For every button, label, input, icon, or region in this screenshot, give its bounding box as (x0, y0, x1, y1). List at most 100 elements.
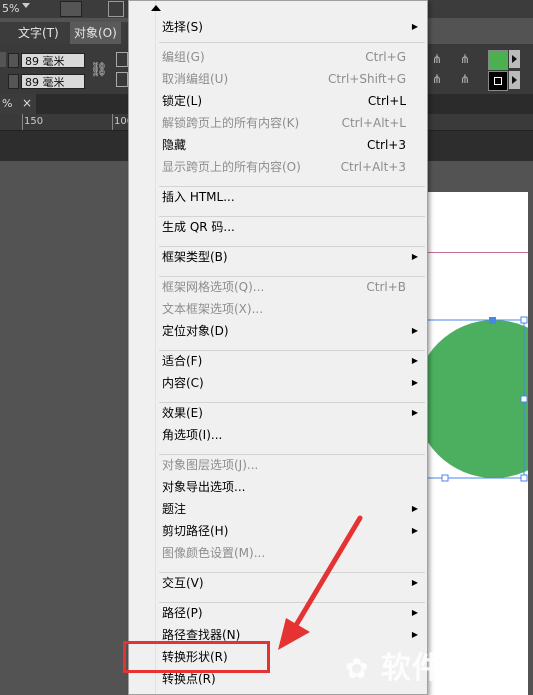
menu-item-label: 编组(G) (162, 50, 205, 64)
menu-item-label: 框架类型(B) (162, 250, 228, 264)
submenu-arrow-icon: ▶ (411, 22, 418, 31)
watermark-logo-icon: ✿ (345, 652, 370, 685)
menu-item-label: 题注 (162, 502, 187, 516)
fill-menu-arrow[interactable] (509, 50, 520, 68)
menu-item-shortcut: Ctrl+B (366, 280, 406, 294)
constrain-proportions-icon[interactable]: ⛓ (90, 62, 108, 78)
chevron-right-icon (512, 76, 517, 84)
menu-item[interactable]: 框架网格选项(Q)... Ctrl+B (162, 276, 424, 298)
menu-item[interactable]: 取消编组(U) Ctrl+Shift+G (162, 68, 424, 90)
menu-item[interactable]: 锁定(L) Ctrl+L (162, 90, 424, 112)
menu-item[interactable]: 适合(F) ▶ (162, 350, 424, 372)
distribute-icon[interactable]: ⋔ (460, 52, 470, 66)
menu-item-label: 定位对象(D) (162, 324, 229, 338)
menu-item-label: 生成 QR 码... (162, 220, 235, 234)
chevron-down-icon[interactable] (22, 3, 30, 8)
menu-item[interactable]: 角选项(I)... (162, 424, 424, 446)
menu-icon-column (155, 1, 156, 694)
menu-item-label: 插入 HTML... (162, 190, 235, 204)
menu-item-shortcut: Ctrl+G (365, 50, 406, 64)
menu-item-label: 显示跨页上的所有内容(O) (162, 160, 301, 174)
pasteboard-right-edge (528, 192, 533, 695)
menu-item-label: 锁定(L) (162, 94, 203, 108)
menu-item-label: 选择(S) (162, 20, 203, 34)
menu-item-label: 框架网格选项(Q)... (162, 280, 265, 294)
menu-item-label: 图像颜色设置(M)... (162, 546, 266, 560)
stroke-menu-arrow[interactable] (509, 71, 520, 89)
height-field[interactable]: 89 毫米 (21, 74, 85, 89)
width-field[interactable]: 89 毫米 (21, 53, 85, 68)
menu-item-label: 转换点(R) (162, 672, 216, 686)
submenu-arrow-icon: ▶ (411, 252, 418, 261)
menu-item[interactable]: 对象导出选项... (162, 476, 424, 498)
document-tab[interactable]: % × (0, 94, 36, 114)
menu-item-label: 隐藏 (162, 138, 187, 152)
menu-item[interactable]: 生成 QR 码... (162, 216, 424, 238)
side-handle[interactable] (520, 395, 528, 403)
ruler-label: 150 (24, 116, 44, 127)
view-mode-icon[interactable] (60, 1, 82, 17)
menu-item-shortcut: Ctrl+Alt+3 (340, 160, 406, 174)
menu-item[interactable]: 解锁跨页上的所有内容(K) Ctrl+Alt+L (162, 112, 424, 134)
watermark: ✿ 软件SOS (345, 643, 530, 686)
menu-item-label: 文本框架选项(X)... (162, 302, 264, 316)
annotation-arrow (278, 515, 363, 650)
margin-guide (420, 252, 533, 253)
menu-item[interactable]: 文本框架选项(X)... (162, 298, 424, 320)
submenu-arrow-icon: ▶ (411, 408, 418, 417)
submenu-arrow-icon: ▶ (411, 356, 418, 365)
menu-item-label: 效果(E) (162, 406, 203, 420)
menu-item-label: 适合(F) (162, 354, 203, 368)
menu-item[interactable]: 对象图层选项(J)... (162, 454, 424, 476)
center-handle[interactable] (489, 317, 496, 324)
menu-item[interactable]: 插入 HTML... (162, 186, 424, 208)
green-circle[interactable] (415, 320, 533, 478)
submenu-arrow-icon: ▶ (411, 378, 418, 387)
corner-handle[interactable] (520, 316, 528, 324)
bottom-handle[interactable] (441, 474, 449, 482)
menu-item-label: 剪切路径(H) (162, 524, 229, 538)
menu-item[interactable]: 框架类型(B) ▶ (162, 246, 424, 268)
menu-separator (159, 42, 425, 43)
watermark-text: 软件SOS (380, 651, 515, 686)
width-stepper[interactable] (8, 53, 19, 68)
menu-item[interactable]: 显示跨页上的所有内容(O) Ctrl+Alt+3 (162, 156, 424, 178)
align-bottom-icon[interactable]: ⋔ (432, 72, 442, 86)
menu-item-shortcut: Ctrl+Shift+G (327, 72, 406, 86)
scroll-up-icon[interactable] (151, 5, 161, 11)
fill-swatch[interactable] (488, 50, 508, 70)
submenu-arrow-icon: ▶ (411, 578, 418, 587)
stroke-swatch[interactable] (488, 71, 508, 91)
distribute-bottom-icon[interactable]: ⋔ (460, 72, 470, 86)
submenu-arrow-icon: ▶ (411, 608, 418, 617)
menu-item[interactable]: 定位对象(D) ▶ (162, 320, 424, 342)
flip-vertical-icon[interactable] (116, 72, 128, 87)
menu-item[interactable]: 内容(C) ▶ (162, 372, 424, 394)
menu-item-label: 取消编组(U) (162, 72, 229, 86)
close-icon[interactable]: × (22, 96, 32, 110)
menu-item[interactable]: 效果(E) ▶ (162, 402, 424, 424)
menu-item[interactable]: 隐藏 Ctrl+3 (162, 134, 424, 156)
submenu-arrow-icon: ▶ (411, 504, 418, 513)
align-icon[interactable]: ⋔ (432, 52, 442, 66)
corner-handle[interactable] (520, 474, 528, 482)
menu-item-label: 对象导出选项... (162, 480, 246, 494)
menu-item-label: 内容(C) (162, 376, 204, 390)
zoom-text: 5% (2, 2, 20, 15)
menu-item-label: 路径(P) (162, 606, 203, 620)
height-stepper[interactable] (8, 74, 19, 89)
menu-item-shortcut: Ctrl+3 (366, 138, 406, 152)
submenu-arrow-icon: ▶ (411, 526, 418, 535)
flip-horizontal-icon[interactable] (116, 52, 128, 67)
tab-zoom-label: % (2, 97, 13, 110)
reference-point-icon[interactable] (0, 52, 6, 67)
menu-bar: 文字(T) 对象(O) (0, 22, 130, 44)
menubar-item-object[interactable]: 对象(O) (70, 22, 121, 44)
ruler-tick (22, 114, 23, 130)
menubar-item-text[interactable]: 文字(T) (18, 22, 59, 44)
menu-item-label: 解锁跨页上的所有内容(K) (162, 116, 300, 130)
menu-item[interactable]: 编组(G) Ctrl+G (162, 46, 424, 68)
menu-item-label: 对象图层选项(J)... (162, 458, 259, 472)
screen-mode-icon[interactable] (108, 1, 124, 17)
menu-item[interactable]: 选择(S) ▶ (162, 16, 424, 38)
